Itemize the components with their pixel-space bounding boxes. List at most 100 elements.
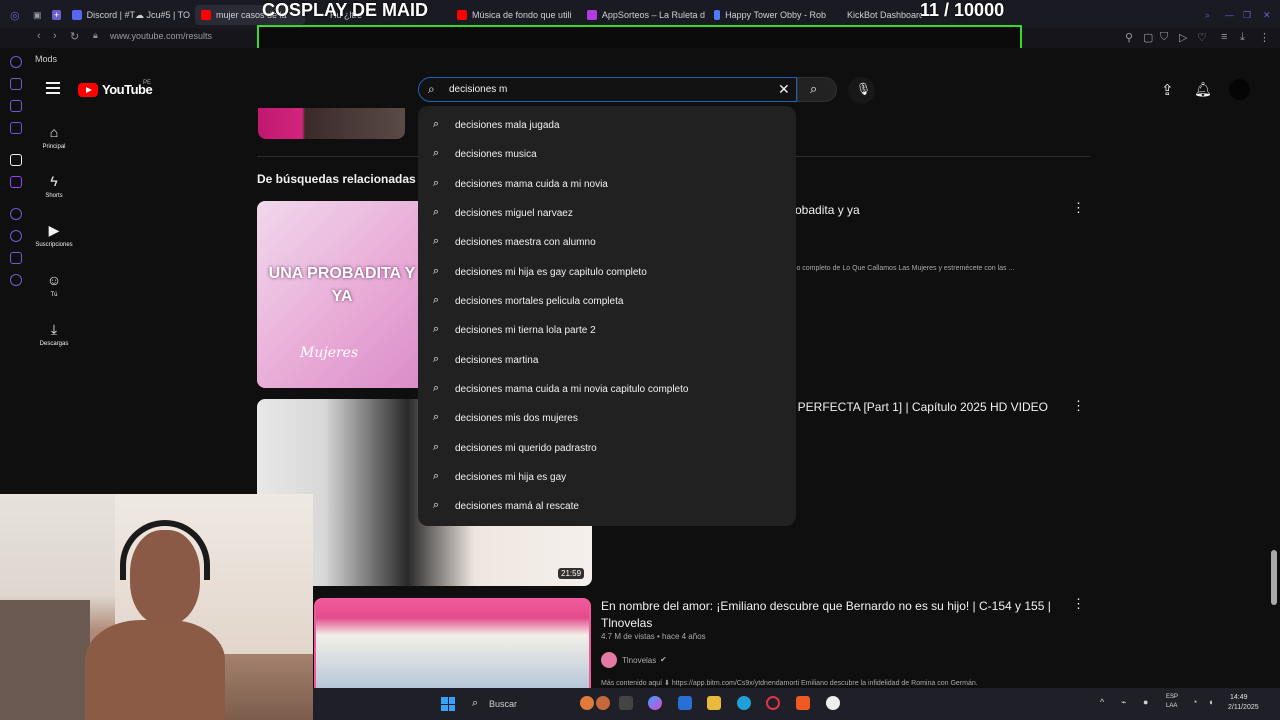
search-input-value[interactable]: decisiones m — [449, 84, 507, 95]
edge-icon[interactable] — [737, 696, 751, 710]
twitch-panel-icon[interactable] — [10, 122, 22, 134]
twitch-icon[interactable] — [10, 176, 22, 188]
bell-icon[interactable]: 🔔︎ — [1194, 81, 1212, 98]
sidebar-item-tu[interactable]: ☺ Tú — [30, 272, 78, 298]
opera-sidebar — [0, 50, 30, 490]
task-view-icon[interactable] — [619, 696, 633, 710]
sidebar-item-principal[interactable]: ⌂ Principal — [30, 124, 78, 150]
download-icon[interactable]: ⤓ — [1240, 31, 1245, 44]
search-icon: ⌕ — [433, 411, 440, 423]
play-icon[interactable]: ▷ — [1179, 31, 1187, 44]
menu-icon[interactable] — [46, 82, 60, 96]
clear-icon[interactable]: ✕ — [778, 81, 790, 98]
clock-date[interactable]: 2/11/2025 — [1228, 704, 1259, 711]
sidebar-item-shorts[interactable]: ϟ Shorts — [30, 173, 78, 199]
taskbar-app-icon[interactable] — [596, 696, 610, 710]
search-icon: ⌕ — [433, 353, 440, 365]
taskbar-search[interactable]: Buscar — [489, 699, 517, 709]
channel-name[interactable]: Tlnovelas — [622, 656, 656, 665]
search-icon: ⌕ — [810, 81, 818, 96]
settings-icon[interactable] — [10, 274, 22, 286]
upload-icon[interactable]: ⇪ — [1161, 81, 1174, 99]
search-icon: ⌕ — [433, 177, 440, 189]
tab-discord[interactable]: Discord | #T☁ Jcu#5 | TO — [72, 5, 190, 25]
suggestion-item[interactable]: ⌕ decisiones mi hija es gay — [418, 463, 796, 492]
video-title[interactable]: . PERFECTA [Part 1] | Capítulo 2025 HD V… — [791, 400, 1048, 414]
language-indicator[interactable]: ESP — [1166, 694, 1178, 700]
history-icon[interactable] — [10, 230, 22, 242]
more-options-icon[interactable]: ⋮ — [1072, 398, 1085, 414]
bookmark-mods[interactable]: Mods — [35, 54, 57, 64]
video-thumbnail[interactable] — [314, 598, 591, 690]
forward-icon[interactable]: › — [53, 30, 57, 42]
suggestion-item[interactable]: ⌕ decisiones miguel narvaez — [418, 199, 796, 228]
brave-icon[interactable] — [796, 696, 810, 710]
you-icon: ☺ — [46, 272, 62, 288]
minimize-icon[interactable]: — — [1225, 5, 1234, 25]
channel-avatar[interactable] — [601, 652, 617, 668]
snapshot-icon[interactable]: ▢ — [1143, 31, 1153, 44]
heart-icon[interactable]: ♡ — [1197, 31, 1207, 44]
tab-search-icon[interactable]: ⌕ — [1205, 5, 1210, 25]
suggestion-item[interactable]: ⌕ decisiones mama cuida a mi novia — [418, 170, 796, 199]
video-title[interactable]: En nombre del amor: ¡Emiliano descubre q… — [601, 598, 1061, 632]
easy-setup-icon[interactable]: ≡ — [1221, 31, 1227, 43]
suggestion-item[interactable]: ⌕ decisiones mi querido padrastro — [418, 434, 796, 463]
pinboard-icon[interactable] — [10, 154, 22, 166]
suggestion-item[interactable]: ⌕ decisiones mi tierna lola parte 2 — [418, 316, 796, 345]
file-explorer-icon[interactable] — [707, 696, 721, 710]
more-options-icon[interactable]: ⋮ — [1072, 596, 1085, 612]
player-icon[interactable] — [10, 208, 22, 220]
sidebar-item-suscripciones[interactable]: ▶ Suscripciones — [30, 222, 78, 248]
suggestion-item[interactable]: ⌕ decisiones mamá al rescate — [418, 492, 796, 521]
new-tab-icon[interactable]: + — [52, 5, 62, 25]
tab-musica[interactable]: Música de fondo que utili — [457, 5, 575, 25]
pin-icon[interactable]: ⚲ — [1125, 31, 1133, 44]
scrollbar[interactable] — [1271, 550, 1277, 605]
store-icon[interactable] — [678, 696, 692, 710]
menu-dots-icon[interactable]: ⋮ — [1259, 31, 1270, 44]
clock-time[interactable]: 14:49 — [1230, 694, 1248, 701]
wifi-icon[interactable]: ◔ — [1192, 697, 1197, 707]
url-text[interactable]: www.youtube.com/results — [110, 31, 212, 41]
search-icon: ⌕ — [433, 294, 440, 306]
reload-icon[interactable]: ↻ — [70, 30, 79, 43]
language-layout[interactable]: LAA — [1166, 703, 1177, 709]
suggestion-item[interactable]: ⌕ decisiones martina — [418, 346, 796, 375]
suggestion-item[interactable]: ⌕ decisiones mi hija es gay capitulo comp… — [418, 258, 796, 287]
aria-icon[interactable] — [10, 56, 22, 68]
video-title[interactable]: robadita y ya — [791, 203, 860, 217]
workspace-icon[interactable]: ▣ — [33, 5, 42, 25]
video-thumbnail[interactable] — [258, 108, 405, 139]
opera-icon[interactable]: ◎ — [10, 5, 20, 25]
shield-icon[interactable]: ⛉ — [1160, 31, 1168, 44]
copilot-icon[interactable] — [648, 696, 662, 710]
messenger-icon[interactable] — [10, 78, 22, 90]
suggestion-item[interactable]: ⌕ decisiones mala jugada — [418, 111, 796, 140]
chevron-up-icon[interactable]: ^ — [1100, 697, 1104, 707]
avatar[interactable] — [1229, 79, 1250, 100]
more-options-icon[interactable]: ⋮ — [1072, 200, 1085, 216]
tab-roblox[interactable]: Happy Tower Obby - Rob — [714, 5, 826, 25]
network-icon[interactable]: ⌁ — [1121, 697, 1126, 708]
mic-tray-icon[interactable]: ● — [1143, 697, 1148, 707]
tab-appsorteos[interactable]: AppSorteos – La Ruleta d — [587, 5, 705, 25]
taskbar-app-icon[interactable] — [580, 696, 594, 710]
windows-start-icon[interactable] — [441, 697, 455, 711]
sidebar-item-descargas[interactable]: ⤓ Descargas — [30, 321, 78, 347]
maximize-icon[interactable]: ❐ — [1243, 5, 1251, 25]
suggestion-item[interactable]: ⌕ decisiones maestra con alumno — [418, 228, 796, 257]
obs-icon[interactable] — [826, 696, 840, 710]
opera-gx-icon[interactable] — [766, 696, 780, 710]
extensions-icon[interactable] — [10, 252, 22, 264]
instagram-icon[interactable] — [10, 100, 22, 112]
volume-icon[interactable]: ◖ — [1208, 697, 1213, 707]
suggestion-item[interactable]: ⌕ decisiones mortales pelicula completa — [418, 287, 796, 316]
suggestion-item[interactable]: ⌕ decisiones musica — [418, 140, 796, 169]
suggestion-item[interactable]: ⌕ decisiones mis dos mujeres — [418, 404, 796, 433]
back-icon[interactable]: ‹ — [37, 30, 41, 42]
close-window-icon[interactable]: ✕ — [1263, 5, 1271, 25]
youtube-logo[interactable]: YouTube — [78, 82, 153, 97]
suggestion-item[interactable]: ⌕ decisiones mama cuida a mi novia capitu… — [418, 375, 796, 404]
tab-kickbot[interactable]: KickBot Dashboard — [842, 5, 922, 25]
